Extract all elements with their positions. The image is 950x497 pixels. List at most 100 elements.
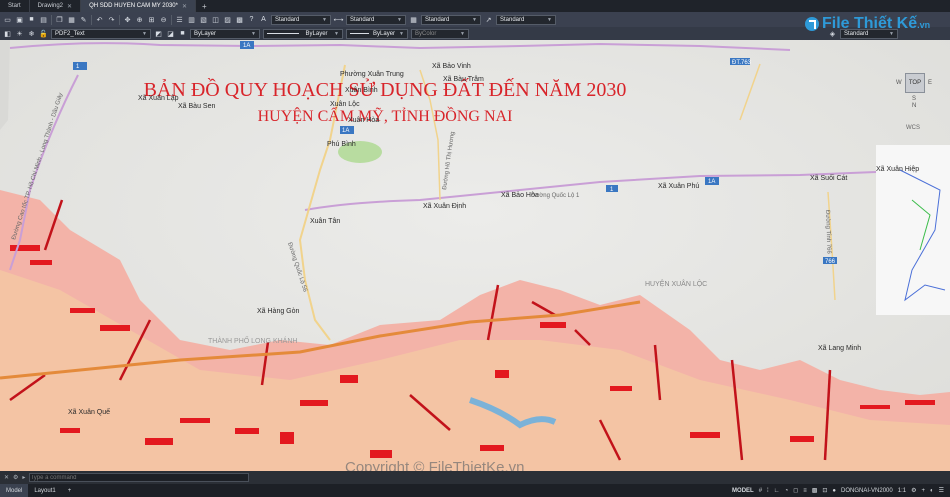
label-xuan-quy: Xã Xuân Quế [68, 407, 110, 416]
chevron-down-icon: ▼ [460, 30, 465, 37]
print-icon[interactable]: ▤ [39, 15, 48, 24]
isolate-objects-icon[interactable]: ◐ [930, 488, 934, 494]
paste-icon[interactable]: ▦ [67, 15, 76, 24]
close-icon[interactable]: ✕ [67, 3, 72, 10]
logo-text: File Thiết Kế.vn [822, 15, 931, 32]
table-style-icon: ▦ [410, 16, 417, 24]
label-suoi-cat: Xã Suối Cát [810, 173, 847, 182]
tab-model[interactable]: Model [0, 484, 29, 497]
ortho-icon[interactable]: ∟ [774, 488, 780, 494]
undo-icon[interactable]: ↶ [95, 15, 104, 24]
autocad-window: Start Drawing2 ✕ QH SDD HUYEN CAM MY 2030… [0, 0, 950, 497]
tool-palettes-icon[interactable]: ▧ [199, 15, 208, 24]
label-xuan-loc: Xuân Lộc [330, 101, 360, 108]
chevron-down-icon: ▼ [397, 16, 402, 23]
match-properties-icon[interactable]: ✎ [79, 15, 88, 24]
chevron-down-icon: ▼ [399, 30, 404, 37]
zoom-window-icon[interactable]: ⊞ [147, 15, 156, 24]
linetype-dropdown[interactable]: ByLayer ▼ [263, 28, 343, 39]
model-space-button[interactable]: MODEL [732, 488, 754, 494]
color-dropdown[interactable]: ByLayer ▼ [190, 28, 260, 39]
command-input[interactable] [29, 473, 250, 482]
help-icon[interactable]: ? [247, 15, 256, 24]
drawing-canvas[interactable]: BẢN ĐỒ QUY HOẠCH SỬ DỤNG ĐẤT ĐẾN NĂM 203… [0, 40, 950, 471]
plotstyle-dropdown[interactable]: ByColor ▼ [411, 28, 469, 39]
label-xuan-hiep: Xã Xuân Hiệp [876, 166, 919, 173]
lineweight-dropdown[interactable]: ByLayer ▼ [346, 28, 408, 39]
status-bar: Model Layout1 + MODEL # ⁞ ∟ ◔ ◻ ≡ ▩ ⊡ ● … [0, 484, 950, 497]
close-icon[interactable]: ✕ [4, 474, 9, 481]
lineweight-icon[interactable]: ≡ [803, 488, 807, 494]
viewcube-west[interactable]: W [896, 80, 902, 86]
map-title: BẢN ĐỒ QUY HOẠCH SỬ DỤNG ĐẤT ĐẾN NĂM 203… [144, 77, 627, 101]
text-style-dropdown[interactable]: Standard ▼ [271, 14, 331, 25]
mleader-style-icon: ↗ [485, 16, 492, 24]
command-line: ✕ ⚙ ▸ [0, 471, 950, 484]
shield-1a-east: 1A [708, 179, 715, 185]
zoom-previous-icon[interactable]: ⊖ [159, 15, 168, 24]
label-xuan-lap: Xã Xuân Lập [138, 95, 179, 102]
linetype-preview [267, 33, 299, 34]
tab-qh-sdd[interactable]: QH SDD HUYEN CAM MY 2030* ✕ [81, 0, 197, 12]
new-tab-icon[interactable]: + [196, 2, 213, 11]
settings-icon[interactable]: ⚙ [13, 474, 18, 481]
viewcube-top[interactable]: TOP [905, 73, 925, 93]
zoom-icon[interactable]: ⊕ [135, 15, 144, 24]
redo-icon[interactable]: ↷ [107, 15, 116, 24]
map-subtitle: HUYỆN CẨM MỸ, TỈNH ĐỒNG NAI [258, 106, 513, 125]
sheet-set-icon[interactable]: ◫ [211, 15, 220, 24]
viewcube-south[interactable]: S [912, 96, 916, 102]
separator [119, 14, 120, 25]
label-xuan-phu: Xã Xuân Phú [658, 183, 699, 190]
close-icon[interactable]: ✕ [182, 3, 187, 10]
annotation-scale[interactable]: 1:1 [898, 488, 906, 494]
tab-layout1[interactable]: Layout1 [28, 484, 61, 497]
label-phu-binh: Phú Bình [327, 141, 356, 148]
table-style-dropdown[interactable]: Standard ▼ [421, 14, 481, 25]
make-current-icon[interactable]: ◩ [154, 29, 163, 38]
polar-icon[interactable]: ◔ [785, 488, 789, 494]
chevron-down-icon: ▼ [322, 16, 327, 23]
tab-drawing2[interactable]: Drawing2 ✕ [30, 0, 82, 12]
label-bau-tram: Xã Bàu Trâm [443, 76, 484, 83]
label-xuan-binh: Xuân Bình [345, 87, 378, 94]
save-icon[interactable]: ■ [27, 15, 36, 24]
label-bau-sen: Xã Bàu Sen [178, 103, 215, 110]
viewcube-north[interactable]: N [912, 103, 916, 109]
new-file-icon[interactable]: ▭ [3, 15, 12, 24]
mleader-style-dropdown[interactable]: Standard ▼ [496, 14, 556, 25]
snap-icon[interactable]: ⁞ [767, 488, 769, 494]
annotation-monitor-icon[interactable]: + [921, 488, 925, 494]
dim-style-dropdown[interactable]: Standard ▼ [346, 14, 406, 25]
label-lang-minh: Xã Lang Minh [818, 345, 861, 352]
copy-icon[interactable]: ❐ [55, 15, 64, 24]
customization-icon[interactable]: ☰ [939, 487, 944, 494]
transparency-icon[interactable]: ▩ [812, 487, 818, 494]
properties-icon[interactable]: ☰ [175, 15, 184, 24]
design-center-icon[interactable]: ▥ [187, 15, 196, 24]
osnap-icon[interactable]: ◻ [793, 487, 798, 494]
layer-on-icon[interactable]: ☀ [15, 29, 24, 38]
grid-icon[interactable]: # [759, 488, 762, 494]
label-hang-gon: Xã Hàng Gòn [257, 308, 300, 315]
pan-icon[interactable]: ✥ [123, 15, 132, 24]
location-icon[interactable]: ● [832, 488, 836, 494]
layer-lock-icon[interactable]: 🔓 [39, 29, 48, 38]
layer-properties-icon[interactable]: ◧ [3, 29, 12, 38]
wcs-menu[interactable]: WCS [906, 125, 920, 131]
layer-dropdown[interactable]: PDF2_Text ▼ [51, 28, 151, 39]
chevron-down-icon: ▼ [251, 30, 256, 37]
selection-cycling-icon[interactable]: ⊡ [822, 487, 827, 494]
coordinate-system[interactable]: DONGNAI-VN2000 [841, 488, 893, 494]
workspace-icon[interactable]: ⚙ [911, 487, 916, 494]
add-layout-icon[interactable]: + [62, 484, 78, 497]
viewcube-east[interactable]: E [928, 80, 932, 86]
layer-freeze-icon[interactable]: ❄ [27, 29, 36, 38]
tab-start[interactable]: Start [0, 0, 30, 12]
filethietke-logo: File Thiết Kế.vn [805, 15, 930, 33]
layer-previous-icon[interactable]: ◪ [166, 29, 175, 38]
open-folder-icon[interactable]: ▣ [15, 15, 24, 24]
calculator-icon[interactable]: ▩ [235, 15, 244, 24]
document-tab-bar: Start Drawing2 ✕ QH SDD HUYEN CAM MY 2030… [0, 0, 950, 12]
markup-icon[interactable]: ▨ [223, 15, 232, 24]
